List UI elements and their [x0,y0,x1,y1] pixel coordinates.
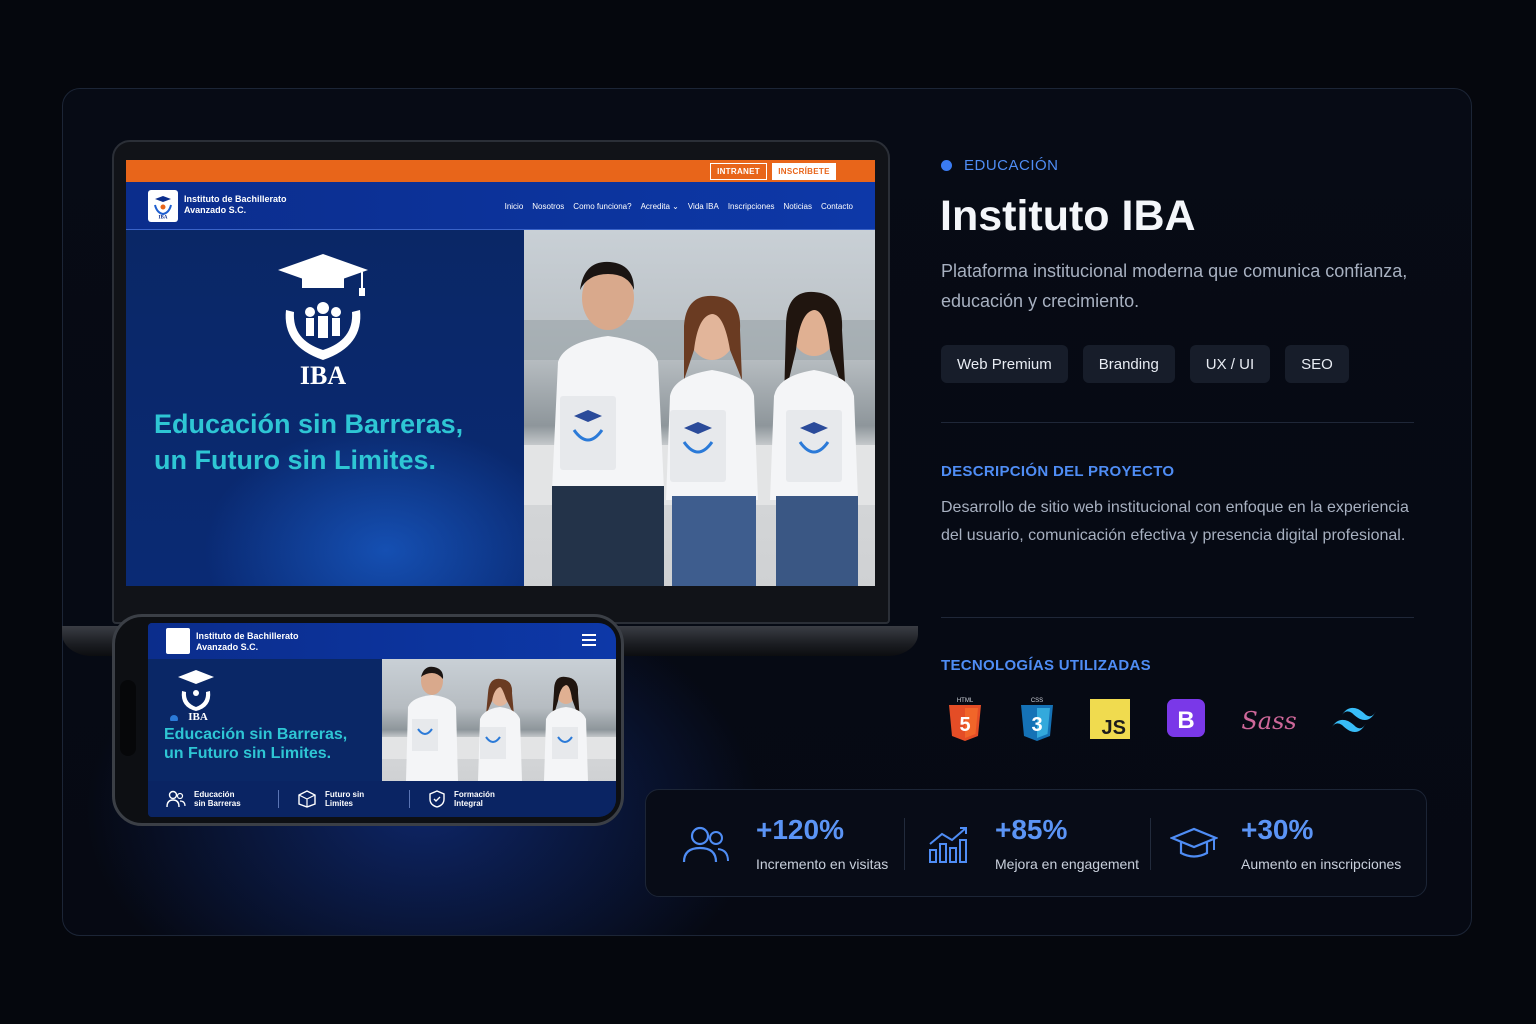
divider [941,617,1414,618]
phone-screen: Instituto de Bachillerato Avanzado S.C. … [148,623,616,817]
phone-camera-notch [120,680,136,756]
tag-list: Web Premium Branding UX / UI SEO [941,345,1349,383]
graduation-cap-icon [1170,827,1218,858]
tailwind-icon [1332,707,1376,732]
category-label: EDUCACIÓN [941,157,1059,174]
phone-site-logo[interactable] [166,628,190,654]
stat-engagement: +85% Mejora en engagement [904,790,1150,898]
tag-branding[interactable]: Branding [1082,345,1175,383]
nav-acredita[interactable]: Acredita ⌄ [641,202,679,211]
students-illustration [382,666,616,781]
project-description: Desarrollo de sitio web institucional co… [941,499,1409,544]
svg-text:IBA: IBA [159,216,168,220]
shield-icon [429,790,445,808]
javascript-glyph: JS [1102,717,1126,739]
phone-site-brand[interactable]: Instituto de Bachillerato Avanzado S.C. [196,631,299,653]
hero-title: Educación sin Barreras, un Futuro sin Li… [154,409,464,475]
phone-navbar: Instituto de Bachillerato Avanzado S.C. [148,623,616,659]
people-icon [166,790,186,808]
stat-visitas: +120% Incremento en visitas [646,790,904,898]
users-icon [682,826,729,863]
tech-icon-list: HTML 5 CSS 3 JS B Sass [946,696,1378,742]
nav-como-funciona[interactable]: Como funciona? [573,202,631,211]
hero-logo: IBA [276,250,370,395]
feature-educacion: Educación sin Barreras [148,790,278,808]
hero-section: IBA Educación sin Barreras, un Futuro si… [126,230,524,586]
bootstrap-icon: B [1167,699,1205,737]
css3-glyph: 3 [1031,714,1042,736]
project-subtitle: Plataforma institucional moderna que com… [941,261,1408,311]
project-title: Instituto IBA [940,192,1196,240]
phone-hero-logo: IBA [170,667,214,726]
sass-icon: Sass [1242,707,1296,735]
feature-formacion: Formación Integral [410,790,540,808]
phone-features-bar: Educación sin Barreras Futuro sin Limites … [148,781,616,817]
site-navbar: IBA Instituto de Bachillerato Avanzado S… [126,182,875,230]
html5-label: HTML [957,698,974,704]
hamburger-menu-icon[interactable] [582,634,596,646]
phone-students-photo [382,659,616,781]
intranet-button[interactable]: INTRANET [710,163,767,180]
tag-web-premium[interactable]: Web Premium [941,345,1068,383]
phone-hero-title: Educación sin Barreras, un Futuro sin Li… [164,726,348,762]
tag-seo[interactable]: SEO [1285,345,1349,383]
site-logo[interactable]: IBA [148,190,178,222]
graduation-hands-icon: IBA [278,254,368,390]
hero-logo-text: IBA [300,361,346,390]
nav-noticias[interactable]: Noticias [784,202,812,211]
graduation-hands-icon: IBA [170,670,214,723]
sass-glyph: Sass [1242,707,1296,735]
inscribete-button[interactable]: INSCRÍBETE [772,163,836,180]
css3-label: CSS [1031,698,1043,704]
tag-ux-ui[interactable]: UX / UI [1189,345,1271,383]
nav-inicio[interactable]: Inicio [505,202,524,211]
site-nav-links: Inicio Nosotros Como funciona? Acredita … [505,202,853,211]
html5-glyph: 5 [959,714,970,736]
box-icon [298,790,316,808]
students-photo [524,230,875,586]
bootstrap-glyph: B [1177,707,1194,734]
description-heading: DESCRIPCIÓN DEL PROYECTO [941,463,1175,480]
tech-heading: TECNOLOGÍAS UTILIZADAS [941,657,1151,674]
nav-vida-iba[interactable]: Vida IBA [688,202,719,211]
feature-futuro: Futuro sin Limites [279,790,409,808]
phone-hero-logo-text: IBA [188,711,208,721]
nav-nosotros[interactable]: Nosotros [532,202,564,211]
divider [941,422,1414,423]
category-dot-icon [941,160,952,171]
javascript-icon: JS [1090,699,1130,739]
nav-contacto[interactable]: Contacto [821,202,853,211]
students-illustration [524,261,875,586]
growth-chart-icon [929,827,967,863]
nav-inscripciones[interactable]: Inscripciones [728,202,775,211]
laptop-screen: INTRANET INSCRÍBETE IBA Instituto de Bac… [126,160,875,586]
site-brand[interactable]: Instituto de Bachillerato Avanzado S.C. [184,194,287,216]
stat-inscripciones: +30% Aumento en inscripciones [1150,790,1428,898]
iba-logo-icon: IBA [154,196,172,220]
stats-panel: +120% Incremento en visitas +85% Mejora … [645,789,1427,897]
css3-icon: CSS 3 [1021,698,1053,741]
phone-hero-section: IBA Educación sin Barreras, un Futuro si… [148,659,382,781]
site-topbar: INTRANET INSCRÍBETE [126,160,875,182]
html5-icon: HTML 5 [949,698,981,741]
